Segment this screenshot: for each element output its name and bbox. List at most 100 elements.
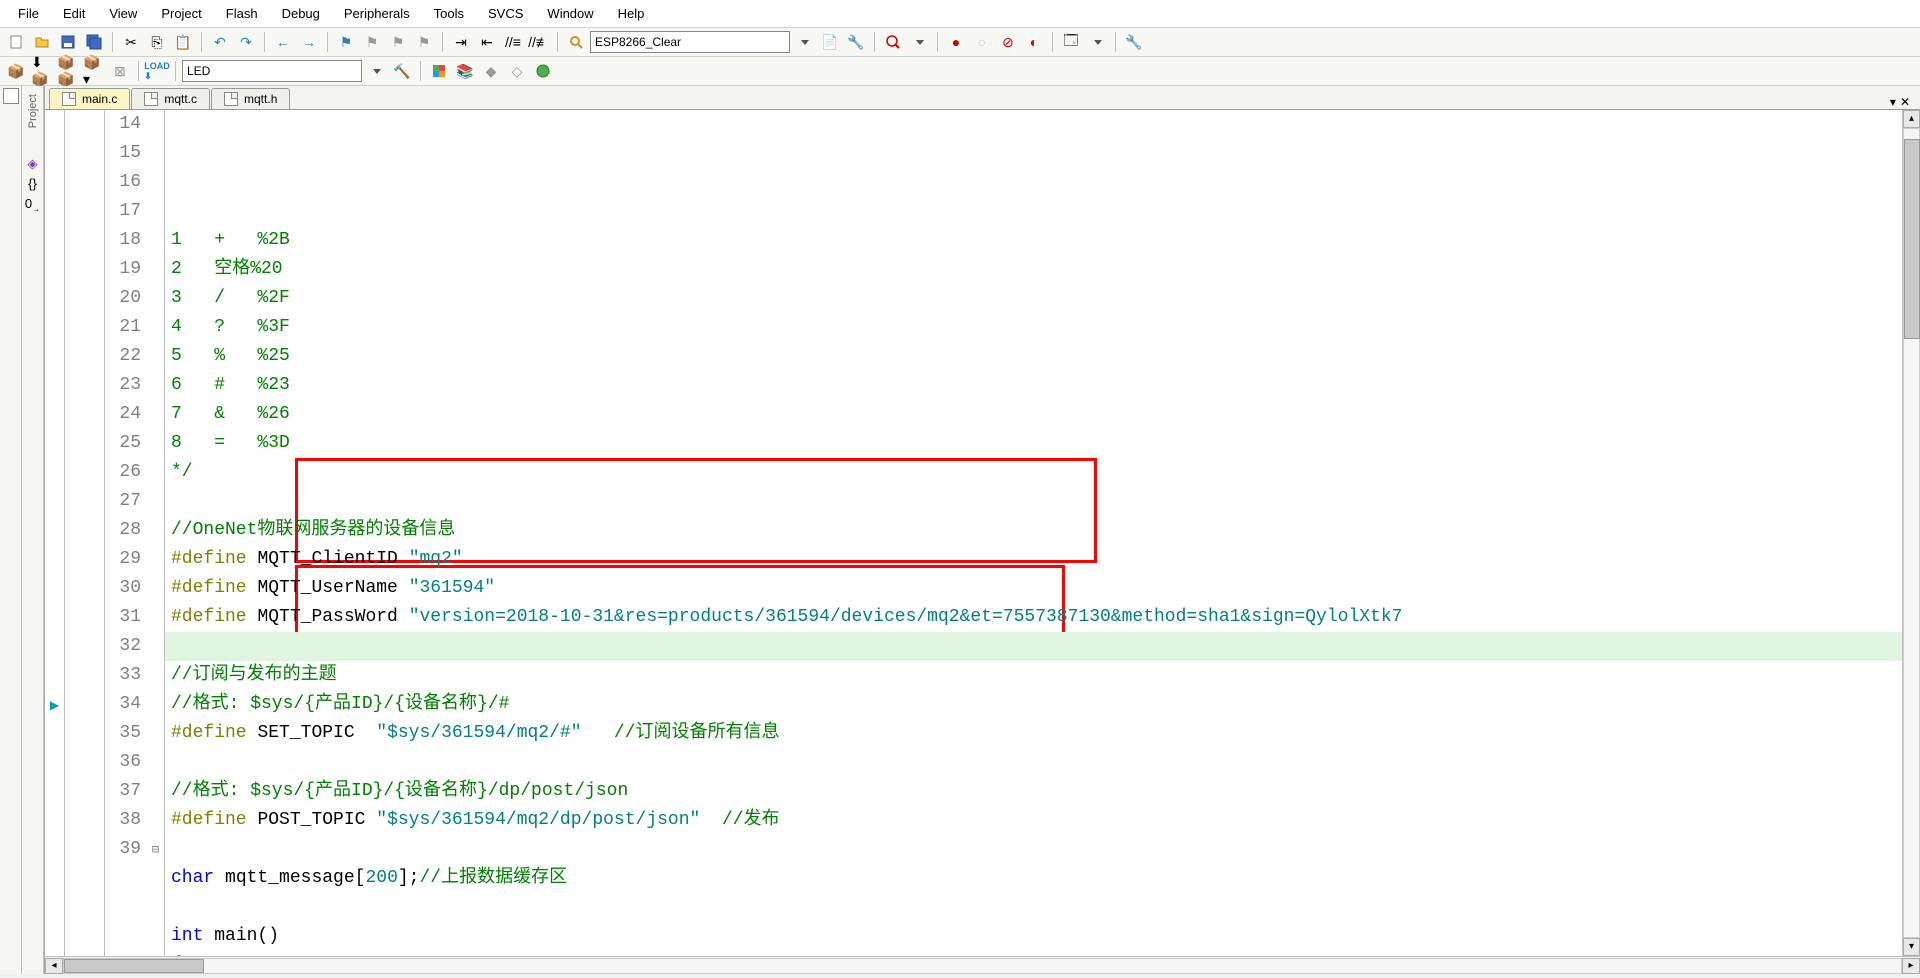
manage-target-icon[interactable]: 🔨 [390,59,414,83]
menu-peripherals[interactable]: Peripherals [332,2,422,25]
code-line[interactable]: //格式: $sys/{产品ID}/{设备名称}/dp/post/json [165,777,1902,806]
code-line[interactable]: */ [165,458,1902,487]
code-line[interactable]: 4 ? %3F [165,313,1902,342]
vertical-scrollbar[interactable]: ▴ ▾ [1902,110,1920,956]
comment-icon[interactable]: //≡ [501,30,525,54]
stop-build-icon[interactable]: ⊠ [108,59,132,83]
code-line[interactable]: 2 空格%20 [165,255,1902,284]
batch-build-icon[interactable]: 📦▾ [82,59,106,83]
pack-installer-icon[interactable]: ◆ [479,59,503,83]
tab-menu-icon[interactable]: ▾ [1890,95,1896,109]
rebuild-icon[interactable]: 📦📦 [56,59,80,83]
code-line[interactable]: #define MQTT_ClientID "mq2" [165,545,1902,574]
code-line[interactable]: 5 % %25 [165,342,1902,371]
menu-debug[interactable]: Debug [270,2,332,25]
menu-svcs[interactable]: SVCS [476,2,535,25]
bookmark-clear-icon[interactable]: ⚑ [412,30,436,54]
uncomment-icon[interactable]: //≢ [527,30,551,54]
menu-window[interactable]: Window [535,2,605,25]
bookmark-prev-icon[interactable]: ⚑ [360,30,384,54]
pack-config-icon[interactable]: ◇ [505,59,529,83]
menu-edit[interactable]: Edit [51,2,97,25]
code-line[interactable]: #define MQTT_UserName "361594" [165,574,1902,603]
undo-icon[interactable]: ↶ [208,30,232,54]
save-all-icon[interactable] [82,30,106,54]
tab-close-icon[interactable]: ✕ [1900,95,1910,109]
menu-tools[interactable]: Tools [422,2,476,25]
templates-icon[interactable]: 0→ [25,196,41,212]
layout-dropdown-icon[interactable] [1085,30,1109,54]
select-packs-icon[interactable]: 📚 [453,59,477,83]
menu-project[interactable]: Project [149,2,213,25]
load-icon[interactable]: LOAD⬇ [145,59,169,83]
code-line[interactable]: #define SET_TOPIC "$sys/361594/mq2/#" //… [165,719,1902,748]
code-line[interactable] [165,748,1902,777]
redo-icon[interactable]: ↷ [234,30,258,54]
debug-dropdown-icon[interactable] [907,30,931,54]
manage-components-icon[interactable] [427,59,451,83]
code-line[interactable] [165,835,1902,864]
project-panel-tab[interactable]: Project [25,90,41,132]
find-icon[interactable] [564,30,588,54]
scroll-down-icon[interactable]: ▾ [1903,938,1920,956]
translate-icon[interactable]: 📦 [4,59,28,83]
target-select[interactable] [590,31,790,53]
scroll-right-icon[interactable]: ▸ [1902,958,1920,974]
code-line[interactable]: //订阅与发布的主题 [165,661,1902,690]
open-file-icon[interactable] [30,30,54,54]
code-line[interactable] [165,632,1902,661]
target-dropdown-icon[interactable] [792,30,816,54]
indent-icon[interactable]: ⇥ [449,30,473,54]
functions-icon[interactable]: {} [25,176,41,192]
breakpoint-enable-icon[interactable]: ◐ [1022,30,1046,54]
file-tab-mqtt-h[interactable]: mqtt.h [211,88,290,109]
bookmark-next-icon[interactable]: ⚑ [386,30,410,54]
new-file-icon[interactable] [4,30,28,54]
code-line[interactable]: //OneNet物联网服务器的设备信息 [165,516,1902,545]
configure-icon[interactable]: 🔧 [1122,30,1146,54]
save-icon[interactable] [56,30,80,54]
nav-back-icon[interactable]: ← [271,30,295,54]
breakpoint-disable-icon[interactable]: ○ [970,30,994,54]
cut-icon[interactable]: ✂ [119,30,143,54]
code-line[interactable]: #define MQTT_PassWord "version=2018-10-3… [165,603,1902,632]
breakpoint-icon[interactable]: ● [944,30,968,54]
menu-file[interactable]: File [6,2,51,25]
code-line[interactable]: #define POST_TOPIC "$sys/361594/mq2/dp/p… [165,806,1902,835]
target-options-icon[interactable]: 🔧 [844,30,868,54]
scroll-up-icon[interactable]: ▴ [1903,110,1920,128]
code-line[interactable] [165,893,1902,922]
rte-icon[interactable] [531,59,555,83]
code-line[interactable]: { [165,951,1902,956]
bookmark-icon[interactable]: ⚑ [334,30,358,54]
code-line[interactable]: char mqtt_message[200];//上报数据缓存区 [165,864,1902,893]
menu-view[interactable]: View [97,2,149,25]
scroll-left-icon[interactable]: ◂ [45,958,63,974]
books-icon[interactable]: ◈ [25,156,41,172]
debug-start-icon[interactable] [881,30,905,54]
code-line[interactable] [165,487,1902,516]
code-line[interactable]: 1 + %2B [165,226,1902,255]
paste-icon[interactable]: 📋 [171,30,195,54]
code-line[interactable]: 3 / %2F [165,284,1902,313]
menu-flash[interactable]: Flash [214,2,270,25]
file-tab-main-c[interactable]: main.c [49,88,130,109]
project-target-select[interactable] [182,60,362,82]
code-line[interactable]: 8 = %3D [165,429,1902,458]
code-line[interactable]: 6 # %23 [165,371,1902,400]
window-layout-icon[interactable]: 🗔 [1059,30,1083,54]
code-line[interactable]: 7 & %26 [165,400,1902,429]
code-editor[interactable]: ▶ 14151617181920212223242526272829303132… [45,110,1920,956]
menu-help[interactable]: Help [606,2,657,25]
nav-forward-icon[interactable]: → [297,30,321,54]
options-icon[interactable]: 📄 [818,30,842,54]
project-target-dropdown-icon[interactable] [364,59,388,83]
window-toggle-icon[interactable] [3,88,19,104]
code-line[interactable]: int main() [165,922,1902,951]
outdent-icon[interactable]: ⇤ [475,30,499,54]
file-tab-mqtt-c[interactable]: mqtt.c [131,88,210,109]
build-icon[interactable]: ⬇📦 [30,59,54,83]
breakpoint-kill-icon[interactable]: ⊘ [996,30,1020,54]
copy-icon[interactable]: ⎘ [145,30,169,54]
horizontal-scrollbar[interactable]: ◂ ▸ [45,956,1920,974]
